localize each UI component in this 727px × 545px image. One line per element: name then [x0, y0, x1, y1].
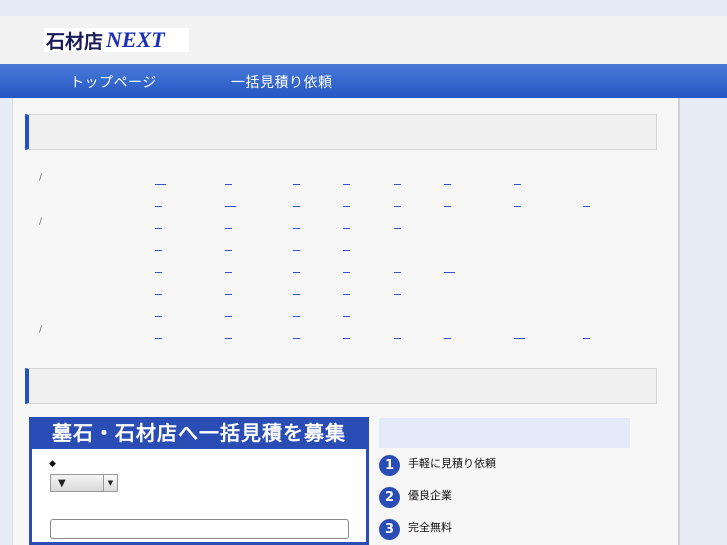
area-link[interactable] — [343, 316, 350, 317]
area-link[interactable] — [583, 338, 590, 339]
area-link[interactable] — [155, 206, 162, 207]
area-link[interactable] — [444, 338, 451, 339]
area-link[interactable] — [394, 272, 401, 273]
area-link[interactable] — [225, 272, 232, 273]
area-link[interactable] — [293, 294, 300, 295]
main-content: / / / 墓石・石材店へ一括見積を募集 ◆ ▼ ▼ 1 手軽に見積り依頼 2 … — [12, 98, 680, 545]
area-link[interactable] — [225, 184, 232, 185]
section-header-panel — [25, 368, 657, 404]
number-badge-icon: 2 — [379, 487, 400, 508]
form-title: 墓石・石材店へ一括見積を募集 — [32, 417, 366, 449]
prefecture-select[interactable]: ▼ ▼ — [50, 474, 118, 492]
area-link[interactable] — [225, 294, 232, 295]
area-link[interactable] — [343, 294, 350, 295]
area-link[interactable] — [514, 206, 521, 207]
area-link[interactable] — [155, 228, 162, 229]
area-link[interactable] — [444, 206, 451, 207]
select-value: ▼ — [58, 477, 66, 489]
feature-item: 3 完全無料 — [379, 519, 452, 540]
area-link[interactable] — [444, 272, 455, 273]
area-link[interactable] — [293, 206, 300, 207]
area-link[interactable] — [343, 338, 350, 339]
area-link[interactable] — [225, 316, 232, 317]
list-separator: / — [39, 217, 43, 227]
main-nav: トップページ 一括見積り依頼 — [0, 64, 727, 98]
area-link[interactable] — [155, 316, 162, 317]
feature-item: 2 優良企業 — [379, 487, 452, 508]
area-link[interactable] — [514, 184, 521, 185]
list-separator: / — [39, 173, 43, 183]
area-link[interactable] — [155, 294, 162, 295]
area-link[interactable] — [155, 184, 166, 185]
top-strip — [0, 0, 727, 16]
feature-label: 手軽に見積り依頼 — [408, 456, 496, 470]
logo-english: NEXT — [106, 27, 165, 52]
nav-bulk-estimate[interactable]: 一括見積り依頼 — [231, 72, 333, 92]
area-link[interactable] — [293, 272, 300, 273]
area-link[interactable] — [225, 228, 232, 229]
number-badge-icon: 1 — [379, 455, 400, 476]
area-link[interactable] — [394, 338, 401, 339]
area-link[interactable] — [225, 250, 232, 251]
area-link[interactable] — [293, 228, 300, 229]
section-header-panel — [25, 114, 657, 150]
area-link[interactable] — [583, 206, 590, 207]
text-input[interactable] — [50, 519, 349, 539]
features-header-box — [379, 418, 630, 448]
area-link[interactable] — [343, 228, 350, 229]
area-link[interactable] — [343, 250, 350, 251]
nav-top-page[interactable]: トップページ — [70, 72, 157, 92]
area-link[interactable] — [343, 206, 350, 207]
area-link[interactable] — [155, 338, 162, 339]
area-link[interactable] — [225, 206, 236, 207]
area-link[interactable] — [343, 272, 350, 273]
area-link[interactable] — [343, 184, 350, 185]
site-header: 石材店 NEXT — [0, 16, 727, 64]
logo-japanese: 石材店 — [46, 30, 104, 53]
estimate-form: 墓石・石材店へ一括見積を募集 ◆ ▼ ▼ — [29, 417, 369, 545]
area-link[interactable] — [394, 206, 401, 207]
feature-label: 完全無料 — [408, 520, 452, 534]
feature-label: 優良企業 — [408, 488, 452, 502]
number-badge-icon: 3 — [379, 519, 400, 540]
area-link[interactable] — [225, 338, 232, 339]
chevron-down-icon: ▼ — [103, 475, 117, 491]
area-link[interactable] — [293, 338, 300, 339]
area-link[interactable] — [293, 184, 300, 185]
area-link[interactable] — [155, 250, 162, 251]
feature-item: 1 手軽に見積り依頼 — [379, 455, 496, 476]
area-link[interactable] — [394, 294, 401, 295]
area-link[interactable] — [293, 316, 300, 317]
diamond-bullet-icon: ◆ — [49, 459, 56, 469]
area-link[interactable] — [444, 184, 451, 185]
area-link[interactable] — [155, 272, 162, 273]
site-logo[interactable]: 石材店 NEXT — [44, 27, 189, 53]
area-link[interactable] — [394, 184, 401, 185]
area-link[interactable] — [293, 250, 300, 251]
area-link[interactable] — [394, 228, 401, 229]
area-link[interactable] — [514, 338, 525, 339]
list-separator: / — [39, 325, 43, 335]
